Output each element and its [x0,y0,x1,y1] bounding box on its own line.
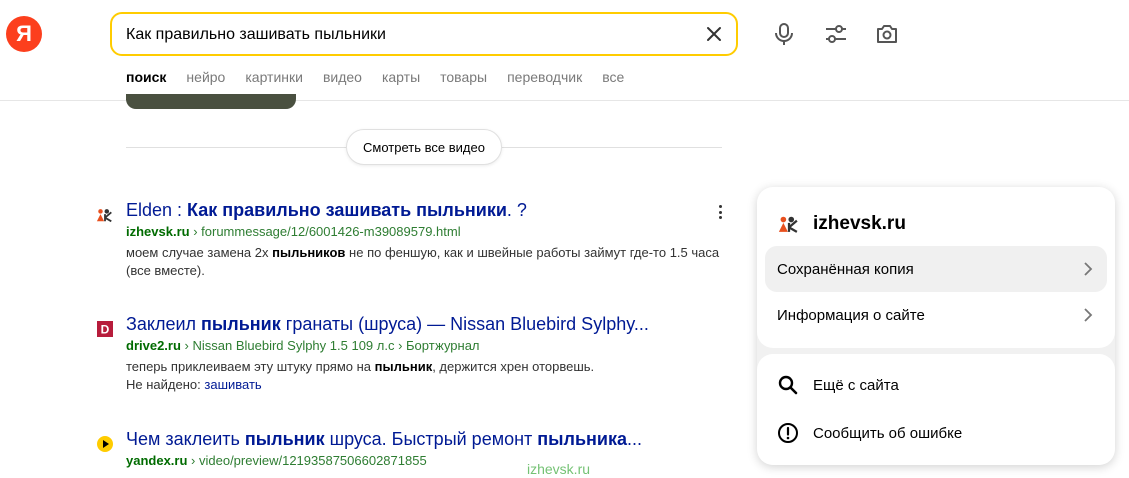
tab-neuro[interactable]: нейро [186,69,225,85]
title-text: Чем заклеить [126,429,245,449]
tab-video[interactable]: видео [323,69,362,85]
result-snippet: моем случае замена 2х пыльников не по фе… [126,244,726,280]
result-url[interactable]: drive2.ru › Nissan Bluebird Sylphy 1.5 1… [126,338,480,353]
search-icon [777,374,799,396]
result-title[interactable]: Чем заклеить пыльник шруса. Быстрый ремо… [126,429,642,450]
izhevsk-favicon-icon [777,214,801,234]
result-title[interactable]: Elden : Как правильно зашивать пыльники.… [126,200,527,221]
clear-icon[interactable] [704,24,724,44]
search-result: Elden : Как правильно зашивать пыльники.… [96,200,736,290]
title-highlight: пыльник [244,429,325,449]
result-domain: drive2.ru [126,338,181,353]
snippet-text: , держится хрен оторвешь. [432,359,595,374]
video-play-favicon-icon [96,435,114,453]
title-text: шруса. Быстрый ремонт [324,429,538,449]
see-all-videos-button[interactable]: Смотреть все видео [346,129,502,165]
see-all-videos-label: Смотреть все видео [363,139,485,155]
popup-section-bottom: Ещё с сайта Сообщить об ошибке [757,354,1115,465]
watermark: izhevsk.ru [527,461,591,477]
saved-copy-label: Сохранённая копия [777,260,914,278]
camera-search-icon[interactable] [873,20,901,48]
yandex-logo[interactable]: Я [6,16,42,52]
chevron-right-icon [1084,308,1093,322]
result-url[interactable]: yandex.ru › video/preview/12193587506602… [126,453,427,468]
more-options-icon[interactable] [714,202,726,222]
video-thumbnail[interactable] [126,94,296,109]
snippet-highlight: пыльников [272,245,346,260]
snippet-text: теперь приклеиваем эту штуку прямо на [126,359,375,374]
site-info-item[interactable]: Информация о сайте [765,292,1107,338]
snippet-highlight: пыльник [374,359,433,374]
result-url[interactable]: izhevsk.ru › forummessage/12/6001426-m39… [126,224,461,239]
title-highlight: пыльник [201,314,281,334]
tab-goods[interactable]: товары [440,69,487,85]
title-text: . ? [506,200,527,220]
search-result: Чем заклеить пыльник шруса. Быстрый ремо… [96,429,736,478]
drive2-favicon-icon: D [96,320,114,338]
izhevsk-favicon-icon [96,206,114,224]
svg-text:D: D [101,323,110,337]
header: Я поиск нейро картинки видео карты товар… [0,0,1129,101]
filter-settings-icon[interactable] [822,20,850,48]
chevron-right-icon [1084,262,1093,276]
report-error-label: Сообщить об ошибке [813,424,963,442]
search-nav-tabs: поиск нейро картинки видео карты товары … [126,69,644,100]
title-highlight: Как правильно зашивать пыльники [187,200,507,220]
result-snippet: теперь приклеиваем эту штуку прямо на пы… [126,358,726,394]
warning-icon [777,422,799,444]
saved-copy-item[interactable]: Сохранённая копия [765,246,1107,292]
result-domain: yandex.ru [126,453,188,468]
result-path: › video/preview/12193587506602871855 [191,453,427,468]
title-text: Elden : [126,200,188,220]
search-box [110,12,738,56]
more-from-site-item[interactable]: Ещё с сайта [777,370,899,400]
site-menu-popup: izhevsk.ru Сохранённая копия Информация … [757,187,1115,465]
tab-maps[interactable]: карты [382,69,420,85]
tab-all[interactable]: все [602,69,624,85]
search-input[interactable] [126,23,686,47]
title-highlight: пыльника [537,429,627,449]
tab-translator[interactable]: переводчик [507,69,582,85]
not-found-word-link[interactable]: зашивать [204,377,261,392]
microphone-icon[interactable] [770,20,798,48]
search-result: D Заклеил пыльник гранаты (шруса) — Niss… [96,314,736,404]
result-path: › forummessage/12/6001426-m39089579.html [193,224,461,239]
more-from-site-label: Ещё с сайта [813,376,899,394]
site-info-label: Информация о сайте [777,306,925,324]
tab-search[interactable]: поиск [126,69,167,100]
not-found-label: Не найдено: [126,377,201,392]
popup-section-top: izhevsk.ru Сохранённая копия Информация … [757,187,1115,348]
result-domain: izhevsk.ru [126,224,190,239]
title-text: гранаты (шруса) — Nissan Bluebird Sylphy… [280,314,649,334]
not-found-note: Не найдено: зашивать [126,376,726,394]
popup-site-name: izhevsk.ru [813,213,906,234]
result-title[interactable]: Заклеил пыльник гранаты (шруса) — Nissan… [126,314,649,335]
tab-images[interactable]: картинки [245,69,303,85]
result-path: › Nissan Bluebird Sylphy 1.5 109 л.с › Б… [184,338,480,353]
snippet-text: моем случае замена 2х [126,245,273,260]
title-text: ... [626,429,642,449]
report-error-item[interactable]: Сообщить об ошибке [777,418,962,448]
popup-site-header: izhevsk.ru [777,213,906,235]
logo-letter: Я [16,21,32,46]
title-text: Заклеил [126,314,202,334]
